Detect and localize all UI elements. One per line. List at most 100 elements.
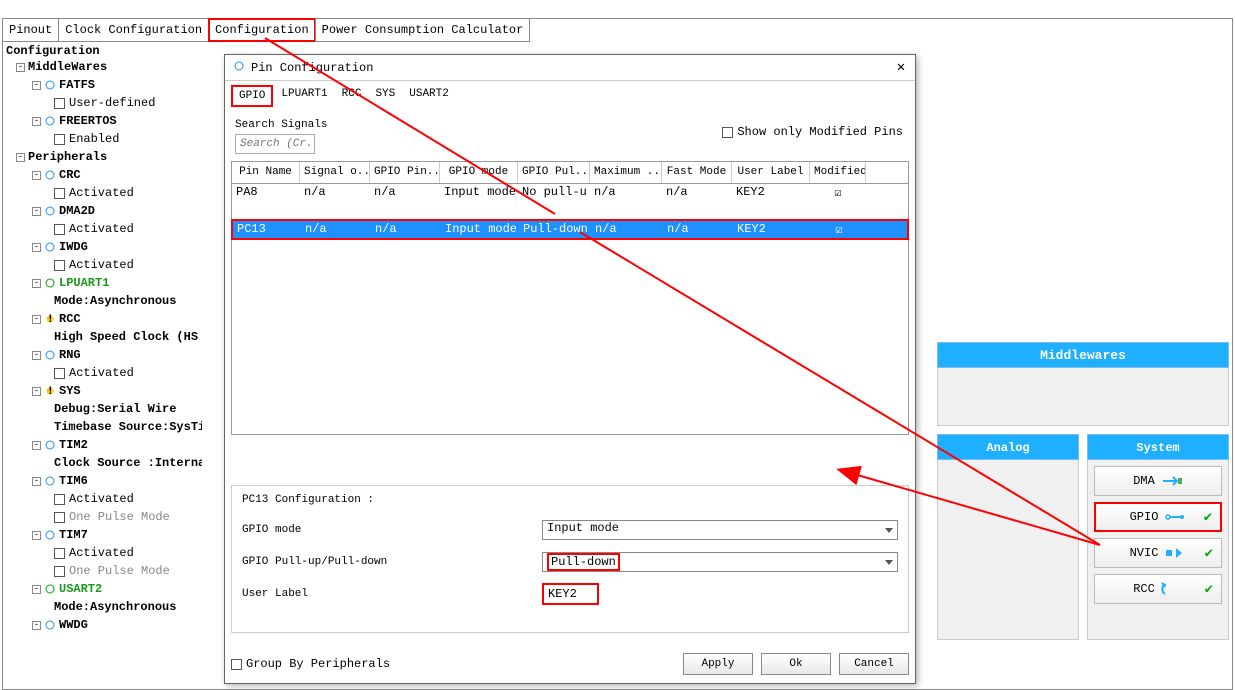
dlg-tab-lpuart1[interactable]: LPUART1 [275,85,333,107]
tree-rng[interactable]: RNG [59,346,81,364]
gear-icon [44,583,56,595]
opt[interactable]: Activated [69,364,134,382]
cancel-button[interactable]: Cancel [839,653,909,675]
opt[interactable]: One Pulse Mode [69,562,170,580]
collapse-icon[interactable]: - [32,441,41,450]
collapse-icon[interactable]: - [32,243,41,252]
nvic-button[interactable]: NVIC✔ [1094,538,1222,568]
check-icon: ✔ [1204,509,1212,526]
opt[interactable]: Activated [69,490,134,508]
rcc-sub: High Speed Clock (HS [54,328,198,346]
dialog-titlebar[interactable]: Pin Configuration ✕ [225,55,915,81]
cell: KEY2 [733,221,811,238]
groupby-checkbox[interactable] [231,659,242,670]
dlg-tab-usart2[interactable]: USART2 [403,85,455,107]
collapse-icon[interactable]: - [32,315,41,324]
tree-wwdg[interactable]: WWDG [59,616,88,634]
tree-fatfs-opt[interactable]: User-defined [69,94,155,112]
col-mod[interactable]: Modified [810,162,866,183]
ok-button[interactable]: Ok [761,653,831,675]
checkbox[interactable] [54,368,65,379]
groupby-label[interactable]: Group By Peripherals [246,657,390,671]
checkbox[interactable] [54,134,65,145]
col-label[interactable]: User Label [732,162,810,183]
gear-icon [44,349,56,361]
checkbox[interactable] [54,188,65,199]
col-gpiopin[interactable]: GPIO Pin... [370,162,440,183]
opt[interactable]: Activated [69,256,134,274]
collapse-icon[interactable]: - [32,207,41,216]
tree-lpuart1[interactable]: LPUART1 [59,274,109,292]
gpio-pull-select[interactable]: Pull-down [542,552,898,572]
tree-tim2[interactable]: TIM2 [59,436,88,454]
checkbox[interactable] [54,548,65,559]
tree-tim6[interactable]: TIM6 [59,472,88,490]
tree-fatfs[interactable]: FATFS [59,76,95,94]
close-icon[interactable]: ✕ [893,59,909,75]
table-row[interactable]: PA8 n/a n/a Input mode No pull-u n/a n/a… [232,184,908,201]
dlg-tab-rcc[interactable]: RCC [336,85,368,107]
apply-button[interactable]: Apply [683,653,753,675]
tab-power[interactable]: Power Consumption Calculator [315,18,531,42]
checkbox[interactable] [54,494,65,505]
collapse-icon[interactable]: - [32,351,41,360]
tab-pinout[interactable]: Pinout [2,18,59,42]
cell-modified[interactable]: ☑ [811,221,867,238]
collapse-icon[interactable]: - [16,63,25,72]
collapse-icon[interactable]: - [16,153,25,162]
tree-rcc[interactable]: RCC [59,310,81,328]
checkbox[interactable] [54,224,65,235]
table-row-selected[interactable]: PC13 n/a n/a Input mode Pull-down n/a n/… [233,221,907,238]
collapse-icon[interactable]: - [32,117,41,126]
collapse-icon[interactable]: - [32,81,41,90]
search-input[interactable] [235,134,315,154]
config-tree[interactable]: -MiddleWares -FATFS User-defined -FREERT… [2,58,202,690]
tab-configuration[interactable]: Configuration [208,18,316,42]
dlg-tab-sys[interactable]: SYS [369,85,401,107]
gpio-button[interactable]: GPIO✔ [1094,502,1222,532]
col-signal[interactable]: Signal o... [300,162,370,183]
opt-activated[interactable]: Activated [69,184,134,202]
dma-button[interactable]: DMA [1094,466,1222,496]
dlg-tab-gpio[interactable]: GPIO [231,85,273,107]
collapse-icon[interactable]: - [32,171,41,180]
tree-middlewares[interactable]: MiddleWares [28,58,107,76]
grid-header[interactable]: Pin Name Signal o... GPIO Pin... GPIO mo… [232,162,908,184]
col-fast[interactable]: Fast Mode [662,162,732,183]
checkbox[interactable] [54,260,65,271]
col-mode[interactable]: GPIO mode [440,162,518,183]
cell: PA8 [232,184,300,201]
opt[interactable]: One Pulse Mode [69,508,170,526]
checkbox[interactable] [54,98,65,109]
collapse-icon[interactable]: - [32,531,41,540]
col-pinname[interactable]: Pin Name [232,162,300,183]
tree-freertos-opt[interactable]: Enabled [69,130,119,148]
showonly-label[interactable]: Show only Modified Pins [737,125,903,139]
checkbox[interactable] [54,512,65,523]
collapse-icon[interactable]: - [32,585,41,594]
collapse-icon[interactable]: - [32,477,41,486]
tree-dma2d[interactable]: DMA2D [59,202,95,220]
collapse-icon[interactable]: - [32,621,41,630]
opt[interactable]: Activated [69,220,134,238]
col-pull[interactable]: GPIO Pul... [518,162,590,183]
cell-modified[interactable]: ☑ [810,184,866,201]
tree-iwdg[interactable]: IWDG [59,238,88,256]
tree-peripherals[interactable]: Peripherals [28,148,107,166]
rcc-button[interactable]: RCC✔ [1094,574,1222,604]
col-max[interactable]: Maximum ... [590,162,662,183]
tree-sys[interactable]: SYS [59,382,81,400]
tree-usart2[interactable]: USART2 [59,580,102,598]
tree-crc[interactable]: CRC [59,166,81,184]
gpio-mode-select[interactable]: Input mode [542,520,898,540]
tree-freertos[interactable]: FREERTOS [59,112,117,130]
user-label-input[interactable]: KEY2 [542,583,599,605]
showonly-checkbox[interactable] [722,127,733,138]
tab-clock[interactable]: Clock Configuration [58,18,209,42]
collapse-icon[interactable]: - [32,279,41,288]
tree-tim7[interactable]: TIM7 [59,526,88,544]
collapse-icon[interactable]: - [32,387,41,396]
cell: n/a [370,184,440,201]
checkbox[interactable] [54,566,65,577]
opt[interactable]: Activated [69,544,134,562]
